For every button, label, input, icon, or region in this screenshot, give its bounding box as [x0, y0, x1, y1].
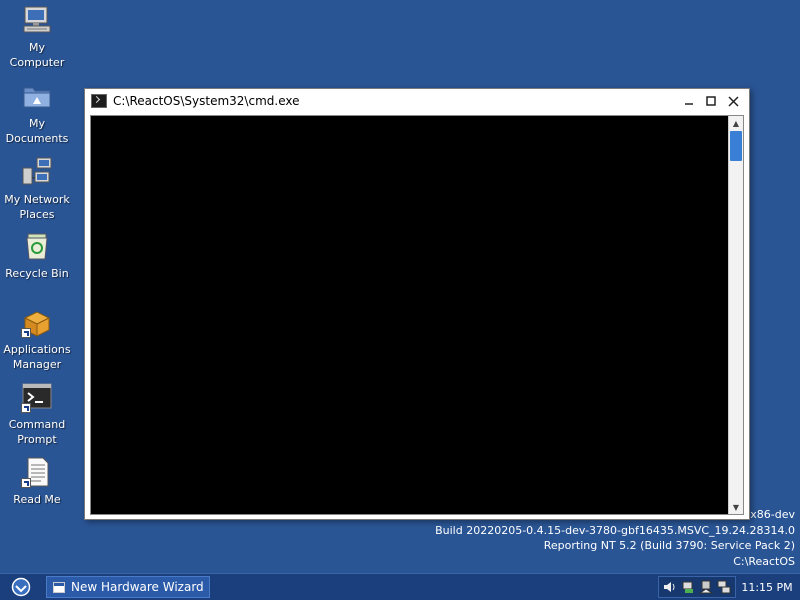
scroll-thumb[interactable]: [730, 131, 742, 161]
scroll-up-button[interactable]: ▲: [729, 116, 743, 130]
desktop-icon-label: My Network: [4, 193, 70, 206]
minimize-icon: [685, 103, 693, 105]
desktop-icon-label: Prompt: [17, 433, 57, 446]
console-area[interactable]: ▲ ▼: [90, 115, 744, 515]
start-button[interactable]: [6, 576, 36, 598]
safely-remove-icon[interactable]: [699, 580, 713, 594]
desktop-icon-label: My: [28, 41, 45, 54]
shortcut-arrow-icon: [21, 328, 31, 338]
desktop-icon-my-network-places[interactable]: My Network Places: [0, 156, 74, 222]
cmd-window[interactable]: C:\ReactOS\System32\cmd.exe ▲ ▼: [84, 88, 750, 520]
reactos-logo-icon: [11, 577, 31, 597]
desktop-icon-read-me[interactable]: Read Me: [0, 456, 74, 507]
taskbar: New Hardware Wizard 11:15 PM: [0, 573, 800, 600]
taskbar-button-new-hardware-wizard[interactable]: New Hardware Wizard: [46, 576, 210, 598]
network-tray-icon[interactable]: [681, 580, 695, 594]
maximize-icon: [706, 96, 716, 106]
close-button[interactable]: [723, 92, 743, 110]
window-controls: [679, 92, 743, 110]
recycle-bin-icon: [21, 230, 53, 262]
desktop-icon-label: Applications: [3, 343, 71, 356]
folder-icon: [21, 80, 53, 112]
desktop-icon-label: Computer: [9, 56, 65, 69]
taskbar-button-label: New Hardware Wizard: [71, 580, 204, 594]
desktop-icon-label: My: [28, 117, 45, 130]
desktop-icon-command-prompt[interactable]: Command Prompt: [0, 381, 74, 447]
build-info-line: Build 20220205-0.4.15-dev-3780-gbf16435.…: [435, 523, 795, 537]
vertical-scrollbar[interactable]: ▲ ▼: [728, 116, 743, 514]
minimize-button[interactable]: [679, 92, 699, 110]
document-icon: [21, 456, 53, 488]
network-connection-icon[interactable]: [717, 580, 731, 594]
desktop-icon-applications-manager[interactable]: Applications Manager: [0, 306, 74, 372]
build-info-line: C:\ReactOS: [733, 554, 795, 568]
network-icon: [21, 156, 53, 188]
computer-icon: [21, 4, 53, 36]
system-tray: [658, 576, 736, 598]
window-titlebar[interactable]: C:\ReactOS\System32\cmd.exe: [85, 89, 749, 113]
command-prompt-icon: [21, 381, 53, 413]
desktop-icon-label: Manager: [12, 358, 62, 371]
desktop-icon-label: Command: [8, 418, 66, 431]
volume-icon[interactable]: [663, 580, 677, 594]
desktop-icon-my-documents[interactable]: My Documents: [0, 80, 74, 146]
maximize-button[interactable]: [701, 92, 721, 110]
desktop-icon-my-computer[interactable]: My Computer: [0, 4, 74, 70]
close-icon: [727, 95, 739, 107]
desktop-icon-label: Documents: [5, 132, 69, 145]
desktop-icon-recycle-bin[interactable]: Recycle Bin: [0, 230, 74, 281]
window-title: C:\ReactOS\System32\cmd.exe: [113, 94, 300, 108]
console-icon: [91, 94, 107, 108]
scroll-down-button[interactable]: ▼: [729, 500, 743, 514]
desktop-icon-label: Places: [19, 208, 55, 221]
window-icon: [53, 581, 65, 593]
build-info-line: Reporting NT 5.2 (Build 3790: Service Pa…: [543, 539, 795, 552]
applications-manager-icon: [21, 306, 53, 338]
desktop-icon-label: Recycle Bin: [5, 267, 69, 280]
desktop-icon-label: Read Me: [13, 493, 61, 506]
shortcut-arrow-icon: [21, 403, 31, 413]
shortcut-arrow-icon: [21, 478, 31, 488]
clock[interactable]: 11:15 PM: [736, 576, 798, 598]
